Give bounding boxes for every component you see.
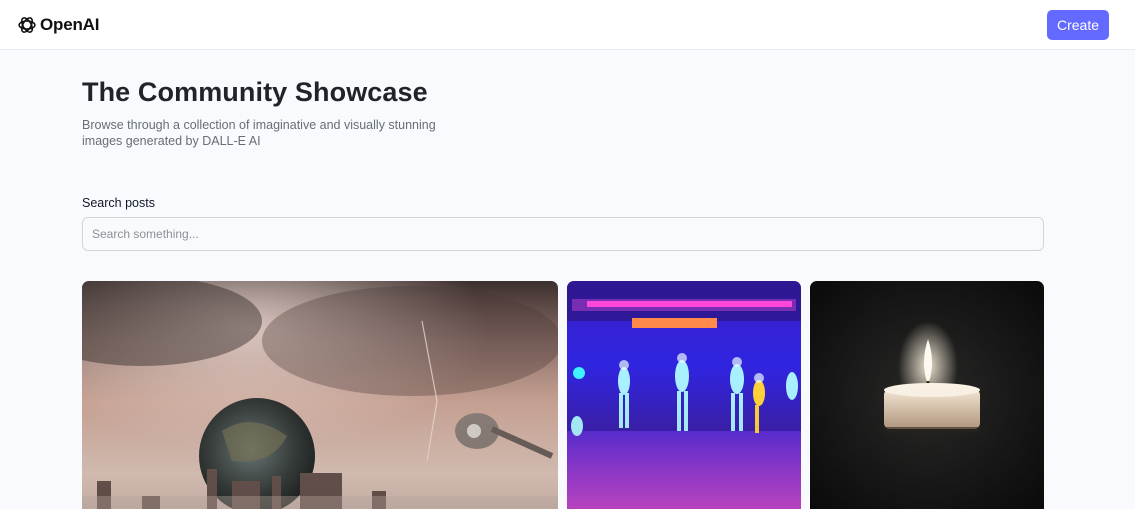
neon-dancers-image (567, 281, 801, 509)
search-label: Search posts (82, 196, 155, 210)
gallery-card-candle[interactable] (810, 281, 1044, 509)
openai-logo[interactable]: OpenAI (16, 14, 99, 36)
candle-image (810, 281, 1044, 509)
hero-section: The Community Showcase Browse through a … (82, 76, 502, 149)
top-navbar: OpenAI Create (0, 0, 1135, 50)
page-subtitle: Browse through a collection of imaginati… (82, 118, 436, 148)
create-button[interactable]: Create (1047, 9, 1109, 40)
openai-logo-icon (16, 14, 38, 36)
gallery-card-apocalyptic-city[interactable] (82, 281, 558, 509)
search-input[interactable] (82, 217, 1044, 251)
gallery-card-neon-dancers[interactable] (567, 281, 801, 509)
page-title: The Community Showcase (82, 77, 428, 107)
logo-text: OpenAI (40, 14, 100, 34)
apocalyptic-city-planet-image (82, 281, 558, 509)
